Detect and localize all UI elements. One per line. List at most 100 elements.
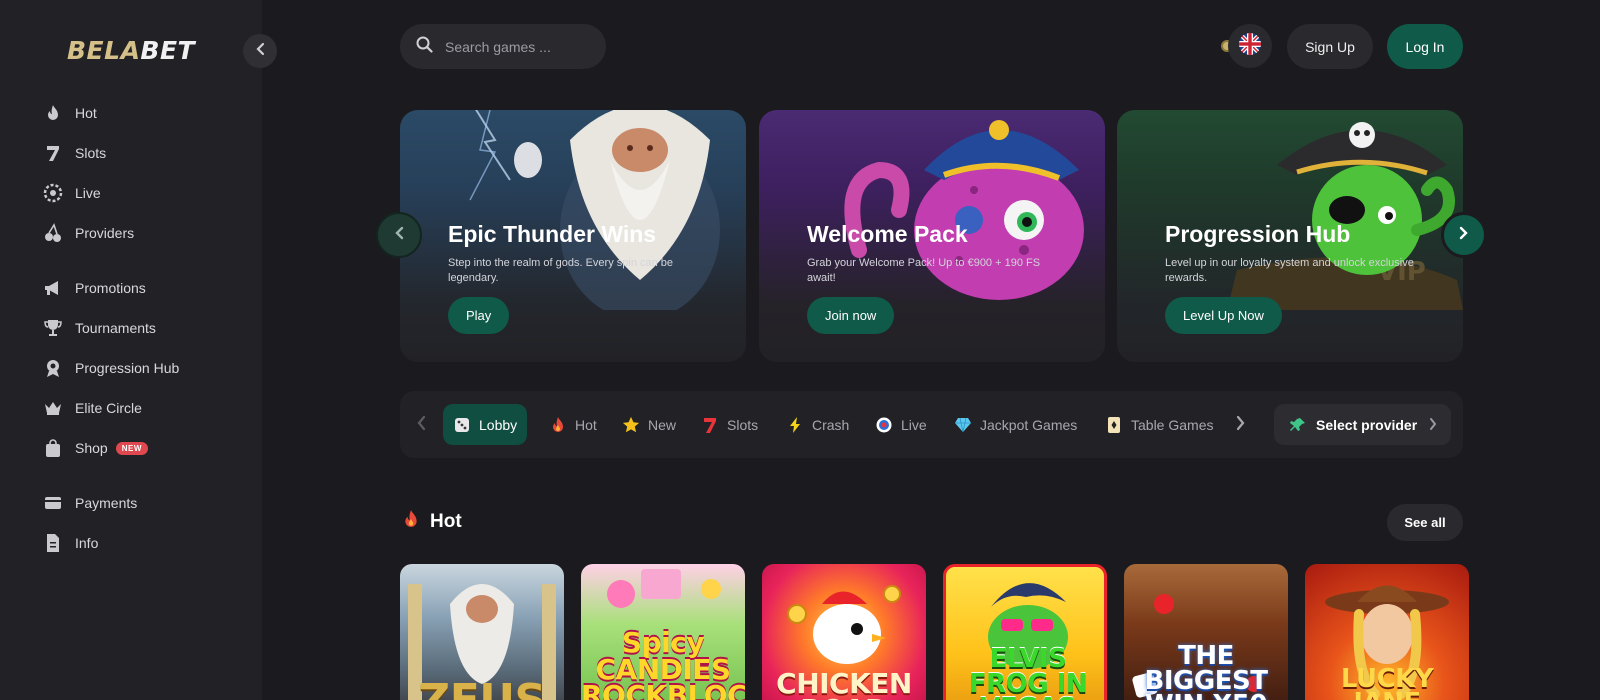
game-card-chicken-road[interactable]: CHICKEN ROAD bbox=[762, 564, 926, 700]
sidebar-item-promotions[interactable]: Promotions bbox=[0, 271, 262, 305]
logo-part2: BET bbox=[140, 36, 196, 65]
game-title: LUCKY JANE bbox=[1340, 663, 1434, 700]
banner-epic-thunder[interactable]: Epic Thunder Wins Step into the realm of… bbox=[400, 110, 746, 362]
sidebar-item-hot[interactable]: Hot bbox=[0, 96, 262, 130]
cherries-icon bbox=[43, 223, 63, 243]
join-now-button[interactable]: Join now bbox=[807, 297, 895, 334]
category-label: Hot bbox=[575, 416, 597, 433]
category-label: Jackpot Games bbox=[980, 416, 1078, 433]
trophy-icon bbox=[43, 318, 63, 338]
chevron-left-icon[interactable] bbox=[416, 415, 426, 436]
sidebar-item-label: Slots bbox=[75, 145, 107, 161]
category-table-games[interactable]: Table Games bbox=[1095, 404, 1223, 445]
category-label: Live bbox=[901, 416, 927, 433]
banner-text: Step into the realm of gods. Every spin … bbox=[448, 257, 674, 284]
wallet-icon bbox=[43, 493, 63, 513]
category-hot[interactable]: Hot bbox=[539, 404, 607, 445]
sidebar-item-label: Providers bbox=[75, 225, 135, 241]
see-all-button[interactable]: See all bbox=[1387, 504, 1463, 541]
game-card-biggest-win[interactable]: THE BIGGEST WIN X50 bbox=[1124, 564, 1288, 700]
cards-icon bbox=[1105, 416, 1123, 434]
category-new[interactable]: New bbox=[612, 404, 686, 445]
banner-prev-button[interactable] bbox=[376, 212, 422, 258]
sidebar-item-slots[interactable]: Slots bbox=[0, 136, 262, 170]
category-lobby[interactable]: Lobby bbox=[443, 404, 528, 445]
chevron-right-icon[interactable] bbox=[1236, 415, 1246, 436]
game-card-zeus[interactable]: ZEUS bbox=[400, 564, 564, 700]
category-label: New bbox=[648, 416, 677, 433]
game-card-elvis-frog[interactable]: ELVIS FROG IN VEGAS bbox=[943, 564, 1107, 700]
sidebar-item-label: Promotions bbox=[75, 280, 146, 296]
search-input[interactable] bbox=[445, 38, 595, 55]
chevron-right-icon bbox=[1459, 226, 1469, 245]
game-title: ZEUS bbox=[400, 679, 564, 700]
sidebar-item-label: Progression Hub bbox=[75, 360, 180, 376]
game-card-spicy-candies[interactable]: Spicy CANDIES ROCKBLOCKS bbox=[581, 564, 745, 700]
sidebar-item-progression-hub[interactable]: Progression Hub bbox=[0, 351, 262, 385]
sidebar-item-elite-circle[interactable]: Elite Circle bbox=[0, 391, 262, 425]
crown-icon bbox=[43, 398, 63, 418]
category-live[interactable]: Live bbox=[865, 404, 937, 445]
level-up-now-button[interactable]: Level Up Now bbox=[1165, 297, 1282, 334]
seven-icon bbox=[701, 416, 719, 434]
live-icon bbox=[875, 416, 893, 434]
sidebar-item-providers[interactable]: Providers bbox=[0, 216, 262, 250]
medal-icon bbox=[43, 358, 63, 378]
category-label: Crash bbox=[812, 416, 850, 433]
sidebar-item-shop[interactable]: Shop NEW bbox=[0, 431, 262, 465]
dice-icon bbox=[453, 416, 471, 434]
select-provider-button[interactable]: Select provider bbox=[1274, 404, 1451, 445]
sidebar-item-label: Hot bbox=[75, 105, 97, 121]
bag-icon bbox=[43, 438, 63, 458]
sidebar-item-label: Payments bbox=[75, 495, 138, 511]
banner-welcome-pack[interactable]: Welcome Pack Grab your Welcome Pack! Up … bbox=[759, 110, 1105, 362]
sign-up-button[interactable]: Sign Up bbox=[1287, 24, 1373, 69]
sidebar-item-label: Elite Circle bbox=[75, 400, 142, 416]
fire-icon bbox=[43, 103, 63, 123]
banner-title: Welcome Pack bbox=[807, 221, 968, 247]
search-icon bbox=[416, 36, 433, 58]
sidebar-item-label: Shop bbox=[75, 440, 108, 456]
pin-icon bbox=[1290, 417, 1306, 433]
banner-progression-hub[interactable]: VIP Progression Hub Level up in our loya… bbox=[1117, 110, 1463, 362]
sidebar-item-payments[interactable]: Payments bbox=[0, 486, 262, 520]
game-title: ELVIS FROG IN VEGAS bbox=[968, 643, 1088, 700]
megaphone-icon bbox=[43, 278, 63, 298]
game-title: Spicy CANDIES ROCKBLOCKS bbox=[581, 626, 745, 700]
category-label: Table Games bbox=[1131, 416, 1214, 433]
select-provider-label: Select provider bbox=[1316, 416, 1418, 433]
document-icon bbox=[43, 533, 63, 553]
sidebar-item-live[interactable]: Live bbox=[0, 176, 262, 210]
play-button[interactable]: Play bbox=[448, 297, 510, 334]
search-bar[interactable] bbox=[400, 24, 606, 69]
seven-icon bbox=[43, 143, 63, 163]
sidebar-item-tournaments[interactable]: Tournaments bbox=[0, 311, 262, 345]
category-bar: Lobby Hot New Slots Crash Live Jackpot G… bbox=[400, 391, 1463, 458]
game-card-lucky-jane[interactable]: LUCKY JANE bbox=[1305, 564, 1469, 700]
diamond-icon bbox=[954, 416, 972, 434]
sidebar-collapse-button[interactable] bbox=[243, 34, 277, 68]
sidebar-item-info[interactable]: Info bbox=[0, 526, 262, 560]
section-title-label: Hot bbox=[430, 511, 462, 532]
uk-flag-icon bbox=[1239, 32, 1261, 60]
category-jackpot-games[interactable]: Jackpot Games bbox=[944, 404, 1087, 445]
log-in-button[interactable]: Log In bbox=[1387, 24, 1463, 69]
chevron-left-icon bbox=[255, 42, 265, 61]
sidebar-item-label: Live bbox=[75, 185, 101, 201]
logo[interactable]: BELABET bbox=[67, 36, 195, 65]
fire-icon bbox=[549, 416, 567, 434]
category-label: Slots bbox=[727, 416, 759, 433]
banner-next-button[interactable] bbox=[1441, 212, 1487, 258]
chevron-left-icon bbox=[394, 226, 404, 245]
category-crash[interactable]: Crash bbox=[776, 404, 859, 445]
game-title: THE BIGGEST WIN X50 bbox=[1144, 640, 1268, 700]
sidebar-item-label: Info bbox=[75, 535, 99, 551]
sidebar: BELABET Hot Slots Live Providers Promoti… bbox=[0, 0, 262, 700]
language-button[interactable] bbox=[1228, 24, 1272, 68]
banner-text: Grab your Welcome Pack! Up to €900 + 190… bbox=[807, 257, 1041, 284]
banner-text: Level up in our loyalty system and unloc… bbox=[1165, 257, 1414, 284]
new-badge: NEW bbox=[115, 441, 148, 455]
roulette-icon bbox=[43, 183, 63, 203]
sidebar-item-label: Tournaments bbox=[75, 320, 156, 336]
category-slots[interactable]: Slots bbox=[691, 404, 768, 445]
